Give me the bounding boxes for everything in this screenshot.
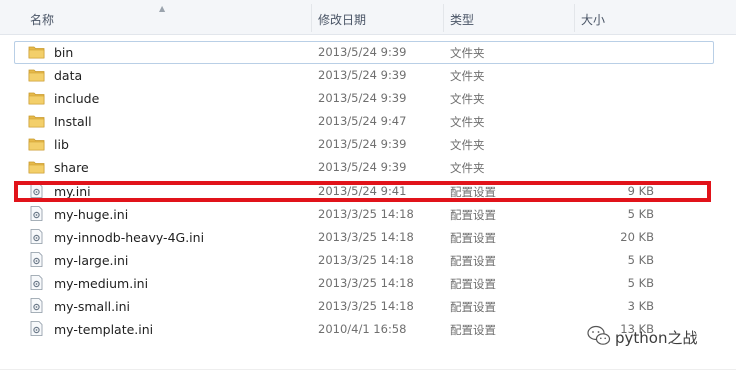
config-file-icon	[30, 321, 43, 336]
folder-row[interactable]: share 2013/5/24 9:39 文件夹	[14, 156, 714, 179]
file-modified-date: 2013/5/24 9:39	[318, 137, 407, 151]
file-type: 配置设置	[450, 208, 496, 222]
file-row[interactable]: my-huge.ini 2013/3/25 14:18 配置设置 5 KB	[14, 203, 714, 226]
file-size: 3 KB	[627, 299, 654, 313]
file-row[interactable]: my-medium.ini 2013/3/25 14:18 配置设置 5 KB	[14, 272, 714, 295]
file-modified-date: 2013/3/25 14:18	[318, 299, 414, 313]
folder-icon	[28, 161, 45, 174]
folder-row[interactable]: include 2013/5/24 9:39 文件夹	[14, 87, 714, 110]
file-name: bin	[54, 45, 74, 60]
file-size: 5 KB	[627, 207, 654, 221]
config-file-icon	[30, 229, 43, 244]
file-modified-date: 2013/3/25 14:18	[318, 276, 414, 290]
folder-icon	[28, 115, 45, 128]
column-header-modified[interactable]: 修改日期	[318, 11, 366, 28]
folder-row[interactable]: Install 2013/5/24 9:47 文件夹	[14, 110, 714, 133]
file-modified-date: 2013/5/24 9:39	[318, 68, 407, 82]
highlight-annotation	[14, 181, 711, 202]
file-type: 文件夹	[450, 138, 485, 152]
file-modified-date: 2013/3/25 14:18	[318, 207, 414, 221]
file-size: 5 KB	[627, 253, 654, 267]
config-file-icon	[30, 275, 43, 290]
file-type: 配置设置	[450, 254, 496, 268]
column-header-name[interactable]: 名称	[30, 11, 54, 28]
column-header-type[interactable]: 类型	[450, 11, 474, 28]
file-name: my-innodb-heavy-4G.ini	[54, 230, 205, 245]
file-row[interactable]: my-large.ini 2013/3/25 14:18 配置设置 5 KB	[14, 249, 714, 272]
folder-icon	[28, 138, 45, 151]
file-modified-date: 2013/5/24 9:47	[318, 114, 407, 128]
file-name: data	[54, 68, 83, 83]
config-file-icon	[30, 252, 43, 267]
watermark-text: python之战	[615, 329, 698, 347]
column-divider[interactable]	[574, 4, 575, 32]
file-modified-date: 2013/3/25 14:18	[318, 253, 414, 267]
file-row[interactable]: my-small.ini 2013/3/25 14:18 配置设置 3 KB	[14, 295, 714, 318]
file-type: 配置设置	[450, 300, 496, 314]
wechat-icon	[587, 325, 611, 345]
folder-icon	[28, 92, 45, 105]
folder-icon	[28, 69, 45, 82]
divider	[0, 369, 736, 370]
file-modified-date: 2013/5/24 9:39	[318, 160, 407, 174]
folder-row[interactable]: lib 2013/5/24 9:39 文件夹	[14, 133, 714, 156]
file-name: my-template.ini	[54, 322, 154, 337]
file-name: my-medium.ini	[54, 276, 149, 291]
folder-icon	[28, 46, 45, 59]
file-modified-date: 2010/4/1 16:58	[318, 322, 407, 336]
file-type: 配置设置	[450, 323, 496, 337]
file-name: my-huge.ini	[54, 207, 129, 222]
file-row[interactable]: my-innodb-heavy-4G.ini 2013/3/25 14:18 配置设…	[14, 226, 714, 249]
folder-row[interactable]: bin 2013/5/24 9:39 文件夹	[14, 41, 714, 64]
file-type: 文件夹	[450, 69, 485, 83]
file-size: 20 KB	[620, 230, 654, 244]
file-type: 文件夹	[450, 115, 485, 129]
file-name: lib	[54, 137, 69, 152]
column-divider[interactable]	[311, 4, 312, 32]
file-name: my-large.ini	[54, 253, 129, 268]
file-type: 文件夹	[450, 161, 485, 175]
file-name: Install	[54, 114, 92, 129]
file-name: include	[54, 91, 100, 106]
file-name: share	[54, 160, 89, 175]
file-type: 配置设置	[450, 277, 496, 291]
file-type: 配置设置	[450, 231, 496, 245]
sort-caret-icon: ▲	[159, 4, 166, 13]
column-header-size[interactable]: 大小	[581, 11, 605, 28]
file-size: 5 KB	[627, 276, 654, 290]
folder-row[interactable]: data 2013/5/24 9:39 文件夹	[14, 64, 714, 87]
file-modified-date: 2013/3/25 14:18	[318, 230, 414, 244]
file-modified-date: 2013/5/24 9:39	[318, 91, 407, 105]
column-divider[interactable]	[443, 4, 444, 32]
file-type: 文件夹	[450, 46, 485, 60]
config-file-icon	[30, 298, 43, 313]
config-file-icon	[30, 206, 43, 221]
column-header: 名称 ▲ 修改日期 类型 大小	[0, 0, 736, 35]
file-modified-date: 2013/5/24 9:39	[318, 45, 407, 59]
file-name: my-small.ini	[54, 299, 131, 314]
file-type: 文件夹	[450, 92, 485, 106]
